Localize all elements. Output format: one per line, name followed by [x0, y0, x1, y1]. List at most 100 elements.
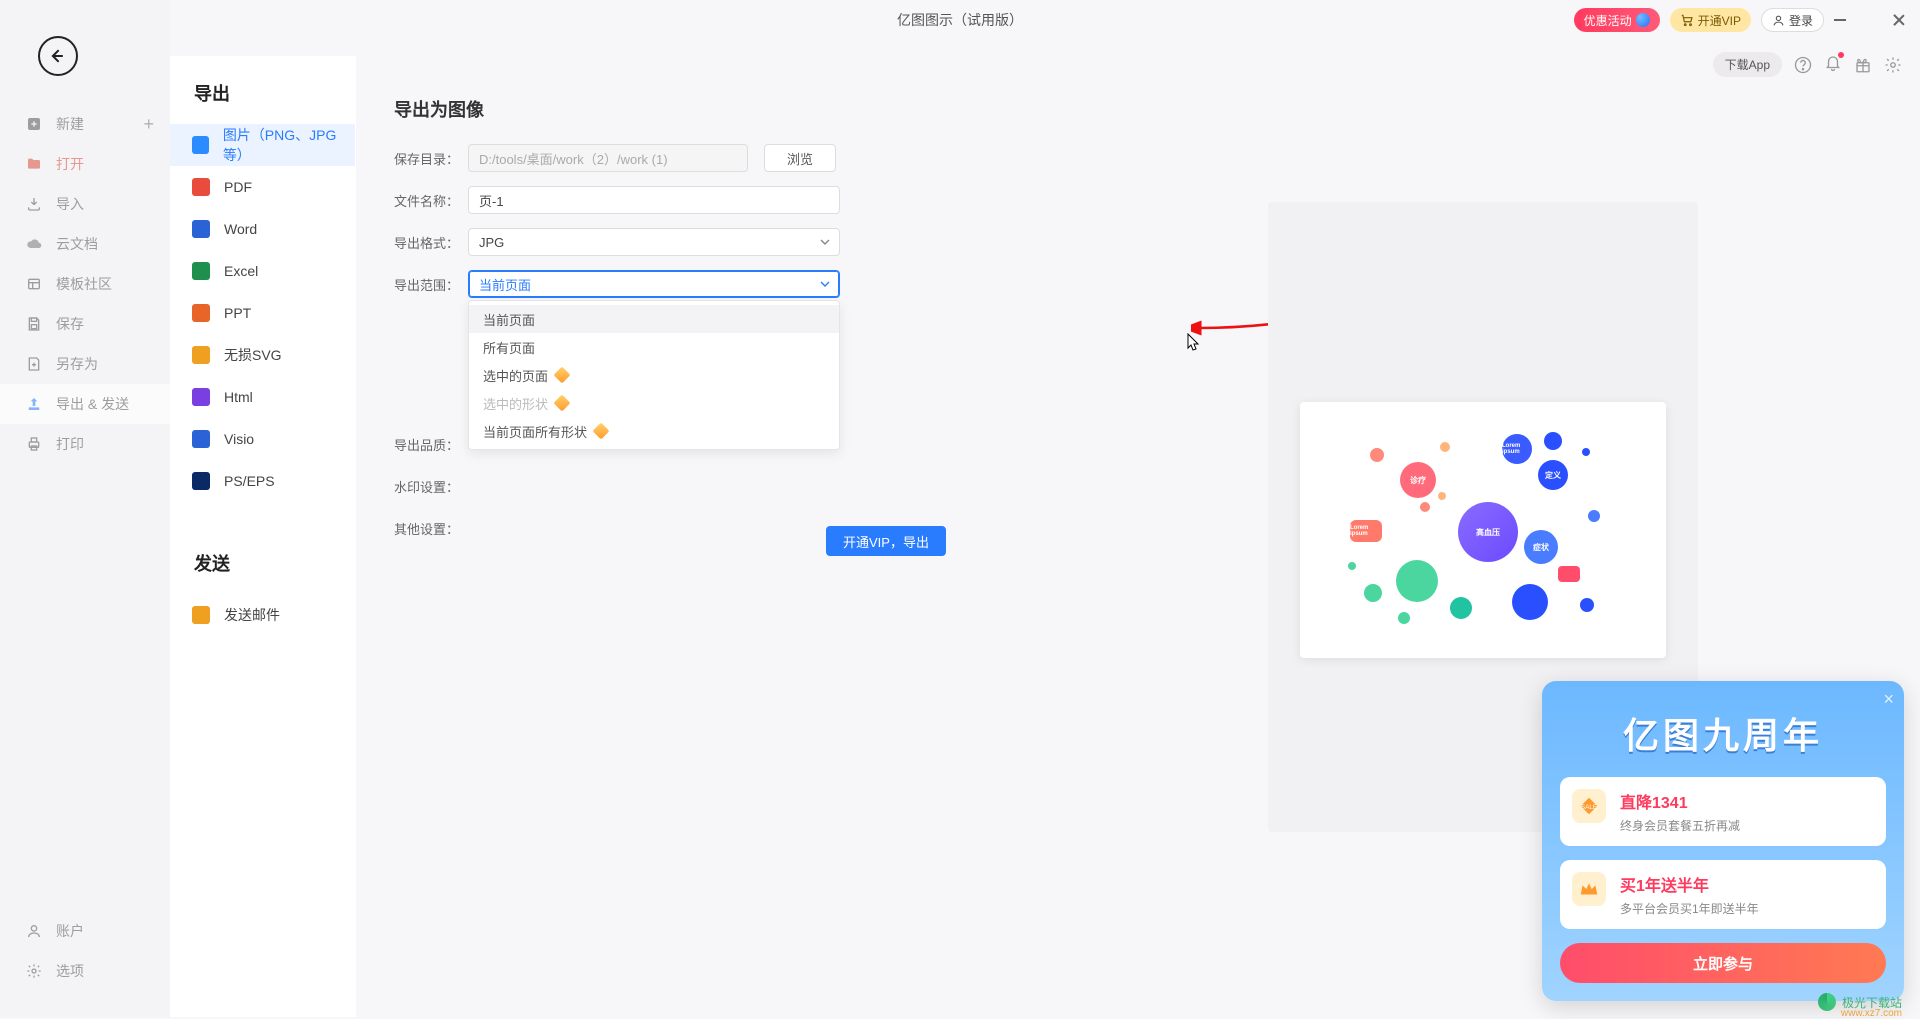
menu-label: 导出 & 发送: [56, 394, 129, 414]
printer-icon: [26, 436, 42, 452]
menu-label: 打印: [56, 434, 84, 454]
mail-icon: [192, 606, 210, 624]
bubble-dot: [1512, 584, 1548, 620]
export-item[interactable]: Excel: [170, 250, 355, 292]
menu-import[interactable]: 导入: [0, 184, 170, 224]
import-icon: [26, 196, 42, 212]
export-item[interactable]: Word: [170, 208, 355, 250]
menu-save-as[interactable]: 另存为: [0, 344, 170, 384]
other-label: 其他设置：: [394, 519, 468, 538]
gear-icon: [26, 963, 42, 979]
open-vip-pill[interactable]: 开通VIP: [1670, 8, 1751, 32]
range-option[interactable]: 当前页面: [469, 305, 839, 333]
promo-card-2[interactable]: 买1年送半年 多平台会员买1年即送半年: [1560, 860, 1886, 929]
range-option[interactable]: 所有页面: [469, 333, 839, 361]
promo-popup: × 亿图九周年 SALE 直降1341 终身会员套餐五折再减 买1年送半年 多平…: [1542, 681, 1904, 1001]
watermark-label: 水印设置：: [394, 477, 468, 496]
menu-label: 模板社区: [56, 274, 112, 294]
menu-save[interactable]: 保存: [0, 304, 170, 344]
send-item-label: 发送邮件: [224, 605, 280, 625]
bubble-dot: [1558, 566, 1580, 582]
promo-close[interactable]: ×: [1883, 689, 1894, 710]
save-as-icon: [26, 356, 42, 372]
arrow-left-icon: [47, 46, 67, 66]
menu-label: 新建: [56, 114, 84, 134]
window-minimize[interactable]: [1834, 11, 1852, 29]
bubble: 诊疗: [1400, 462, 1436, 498]
open-vip-export-button[interactable]: 开通VIP，导出: [826, 526, 946, 556]
file-type-icon: [192, 178, 210, 196]
export-item[interactable]: PS/EPS: [170, 460, 355, 502]
export-item-label: 图片（PNG、JPG等）: [223, 125, 355, 165]
format-select[interactable]: JPG: [468, 228, 840, 256]
export-item[interactable]: 图片（PNG、JPG等）: [170, 124, 355, 166]
file-name-input[interactable]: [468, 186, 840, 214]
promo-title: 亿图九周年: [1542, 681, 1904, 777]
file-type-icon: [192, 262, 210, 280]
promo-pill[interactable]: 优惠活动: [1574, 8, 1660, 32]
bubble-dot: [1398, 612, 1410, 624]
bubble: 症状: [1524, 530, 1558, 564]
save-dir-input: [468, 144, 748, 172]
window-close[interactable]: [1890, 11, 1908, 29]
export-item-label: PDF: [224, 179, 252, 195]
preview-image: 高血压 症状 诊疗 定义 Lorem ipsum Lorem ipsum: [1300, 402, 1666, 658]
export-item[interactable]: PPT: [170, 292, 355, 334]
export-item[interactable]: Html: [170, 376, 355, 418]
export-sidebar: 导出 图片（PNG、JPG等）PDFWordExcelPPT无损SVGHtmlV…: [170, 56, 356, 1017]
bubble-dot: [1450, 597, 1472, 619]
save-icon: [26, 316, 42, 332]
back-button[interactable]: [38, 36, 78, 76]
bubble-dot: [1582, 448, 1590, 456]
promo-card-1[interactable]: SALE 直降1341 终身会员套餐五折再减: [1560, 777, 1886, 846]
range-option-label: 所有页面: [483, 338, 535, 357]
bubble-dot: [1588, 510, 1600, 522]
menu-templates[interactable]: 模板社区: [0, 264, 170, 304]
folder-icon: [26, 156, 42, 172]
export-item[interactable]: 无损SVG: [170, 334, 355, 376]
export-item-label: 无损SVG: [224, 345, 282, 365]
menu-account[interactable]: 账户: [0, 911, 170, 951]
menu-print[interactable]: 打印: [0, 424, 170, 464]
bubble-dot: [1580, 598, 1594, 612]
send-heading: 发送: [170, 526, 355, 594]
range-label: 导出范围：: [394, 275, 468, 294]
menu-label: 打开: [56, 154, 84, 174]
format-label: 导出格式：: [394, 233, 468, 252]
range-option-label: 选中的形状: [483, 394, 548, 413]
menu-open[interactable]: 打开: [0, 144, 170, 184]
export-item[interactable]: Visio: [170, 418, 355, 460]
file-name-label: 文件名称：: [394, 191, 468, 210]
export-item[interactable]: PDF: [170, 166, 355, 208]
window-maximize[interactable]: [1862, 11, 1880, 29]
format-select-button[interactable]: JPG: [468, 228, 840, 256]
range-select-button[interactable]: 当前页面: [468, 270, 840, 298]
range-option[interactable]: 当前页面所有形状: [469, 417, 839, 445]
login-label: 登录: [1789, 12, 1813, 29]
add-icon[interactable]: +: [143, 114, 154, 135]
user-icon: [1772, 14, 1785, 27]
menu-options[interactable]: 选项: [0, 951, 170, 991]
crown-badge-icon: [1572, 872, 1606, 906]
bubble-dot: [1544, 432, 1562, 450]
menu-label: 保存: [56, 314, 84, 334]
bubble: Lorem ipsum: [1350, 520, 1382, 542]
vip-diamond-icon: [554, 367, 571, 384]
export-icon: [26, 396, 42, 412]
file-type-icon: [192, 304, 210, 322]
range-select[interactable]: 当前页面 当前页面所有页面选中的页面选中的形状当前页面所有形状: [468, 270, 840, 298]
open-vip-label: 开通VIP: [1698, 12, 1741, 29]
browse-button[interactable]: 浏览: [764, 144, 836, 172]
menu-export-send[interactable]: 导出 & 发送: [0, 384, 170, 424]
promo-card-2-title: 买1年送半年: [1620, 872, 1872, 896]
bubble-dot: [1348, 562, 1356, 570]
vip-diamond-icon: [593, 423, 610, 440]
file-type-icon: [192, 472, 210, 490]
promo-cta-button[interactable]: 立即参与: [1560, 943, 1886, 983]
range-option[interactable]: 选中的页面: [469, 361, 839, 389]
quality-label: 导出品质：: [394, 435, 468, 454]
login-pill[interactable]: 登录: [1761, 8, 1824, 32]
menu-cloud[interactable]: 云文档: [0, 224, 170, 264]
send-item[interactable]: 发送邮件: [170, 594, 355, 636]
menu-new[interactable]: 新建 +: [0, 104, 170, 144]
